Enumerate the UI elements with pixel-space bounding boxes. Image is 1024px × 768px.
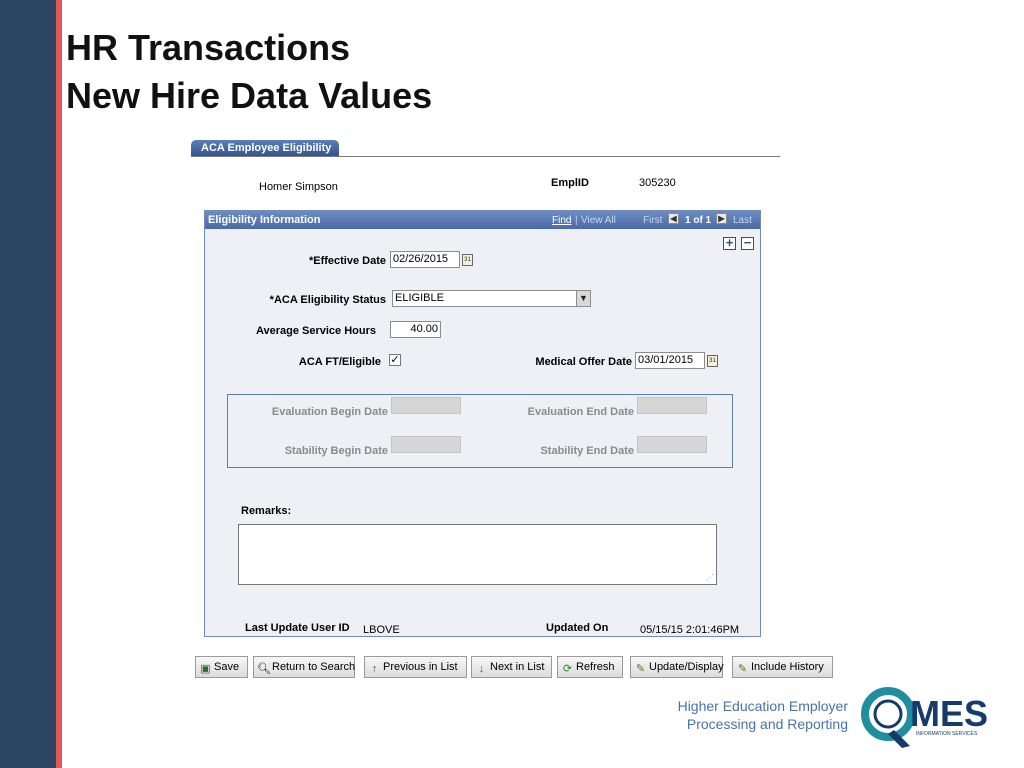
last-update-user-id-value: LBOVE [363,624,400,636]
remarks-label: Remarks: [241,505,292,517]
medical-offer-date-calendar-icon[interactable]: 31 [707,355,718,367]
footer-tagline-line-2: Processing and Reporting [686,716,848,732]
row-count: 1 of 1 [685,215,712,226]
medical-offer-date-field[interactable]: 03/01/2015 [635,352,705,369]
refresh-button[interactable]: ⟳ Refresh [557,656,623,678]
evaluation-begin-date-label: Evaluation Begin Date [271,406,388,418]
aca-ft-eligible-checkbox[interactable]: ✓ [389,354,401,366]
remarks-textarea[interactable]: ⋰ [238,524,717,585]
next-row-icon[interactable]: ▶ [716,213,727,224]
update-display-label: Update/Display [649,661,724,673]
save-icon: ▣ [200,663,211,675]
side-accent-stripe [56,0,62,768]
aca-eligibility-status-value: ELIGIBLE [395,292,444,304]
nav-separator: | [575,215,578,226]
previous-in-list-button[interactable]: ↑ Previous in List [364,656,467,678]
return-to-search-label: Return to Search [272,661,356,673]
average-service-hours-label: Average Service Hours [255,325,376,337]
omes-logo: MES INFORMATION SERVICES [861,687,988,748]
resize-grip-icon[interactable]: ⋰ [706,573,714,582]
updated-on-value: 05/15/15 2:01:46PM [640,624,740,636]
emplid-value: 305230 [639,177,676,189]
save-button[interactable]: ▣ Save [195,656,248,678]
next-in-list-label: Next in List [490,661,545,673]
aca-eligibility-status-label: *ACA Eligibility Status [269,294,386,306]
effective-date-field[interactable]: 02/26/2015 [390,251,460,268]
previous-row-icon[interactable]: ◀ [668,213,679,224]
include-history-icon: ✎ [737,663,748,675]
update-display-button[interactable]: ✎ Update/Display [630,656,724,678]
find-link[interactable]: Find [552,215,571,226]
last-link[interactable]: Last [733,215,752,226]
aca-ft-eligible-label: ACA FT/Eligible [298,356,381,368]
delete-row-button[interactable]: − [741,236,754,250]
include-history-button[interactable]: ✎ Include History [732,656,833,678]
panel-header: Eligibility Information Find | View All … [205,211,760,229]
evaluation-end-date-field [637,397,707,414]
side-accent-bar [0,0,56,768]
refresh-label: Refresh [576,661,615,673]
return-to-search-button[interactable]: 🔍︎Return to Search [253,656,355,678]
effective-date-label: *Effective Date [308,255,386,267]
footer-tagline-line-1: Higher Education Employer [677,698,848,714]
logo-q-inner [873,699,903,729]
evaluation-stability-group: Evaluation Begin Date Evaluation End Dat… [227,394,733,468]
slide-title-line-2: New Hire Data Values [66,75,433,116]
logo-wordmark: MES [910,693,988,734]
stability-end-date-field [637,436,707,453]
effective-date-calendar-icon[interactable]: 31 [462,254,473,266]
tab-aca-employee-eligibility[interactable]: ACA Employee Eligibility [191,140,340,156]
previous-in-list-label: Previous in List [383,661,458,673]
stability-begin-date-label: Stability Begin Date [284,445,388,457]
save-button-label: Save [214,661,240,673]
updated-on-label: Updated On [546,622,609,634]
search-icon: 🔍︎ [257,663,271,675]
logo-subtext: INFORMATION SERVICES [916,731,978,737]
evaluation-end-date-label: Evaluation End Date [527,406,634,418]
view-all-link[interactable]: View All [581,215,616,226]
eligibility-information-panel: Eligibility Information Find | View All … [204,210,761,637]
slide-title: HR Transactions New Hire Data Values [66,24,432,120]
previous-list-icon: ↑ [371,663,378,675]
next-list-icon: ↓ [478,663,485,675]
add-row-button[interactable]: + [723,236,736,250]
aca-eligibility-status-select[interactable]: ELIGIBLE [392,290,591,307]
medical-offer-date-label: Medical Offer Date [535,356,632,368]
chevron-down-icon[interactable]: ▼ [576,291,590,306]
panel-title: Eligibility Information [208,214,321,226]
last-update-user-id-label: Last Update User ID [245,622,350,634]
first-link[interactable]: First [643,215,662,226]
evaluation-begin-date-field [391,397,461,414]
slide-title-line-1: HR Transactions [66,27,351,68]
stability-begin-date-field [391,436,461,453]
update-display-icon: ✎ [635,663,646,675]
next-in-list-button[interactable]: ↓ Next in List [471,656,552,678]
logo-q-ring [861,687,915,741]
emplid-label: EmplID [551,177,589,189]
refresh-icon: ⟳ [562,663,573,675]
employee-name: Homer Simpson [259,181,338,193]
tab-divider [191,156,780,157]
footer-tagline: Higher Education Employer Processing and… [678,697,848,733]
stability-end-date-label: Stability End Date [540,445,634,457]
include-history-label: Include History [751,661,824,673]
average-service-hours-field[interactable]: 40.00 [390,321,441,338]
